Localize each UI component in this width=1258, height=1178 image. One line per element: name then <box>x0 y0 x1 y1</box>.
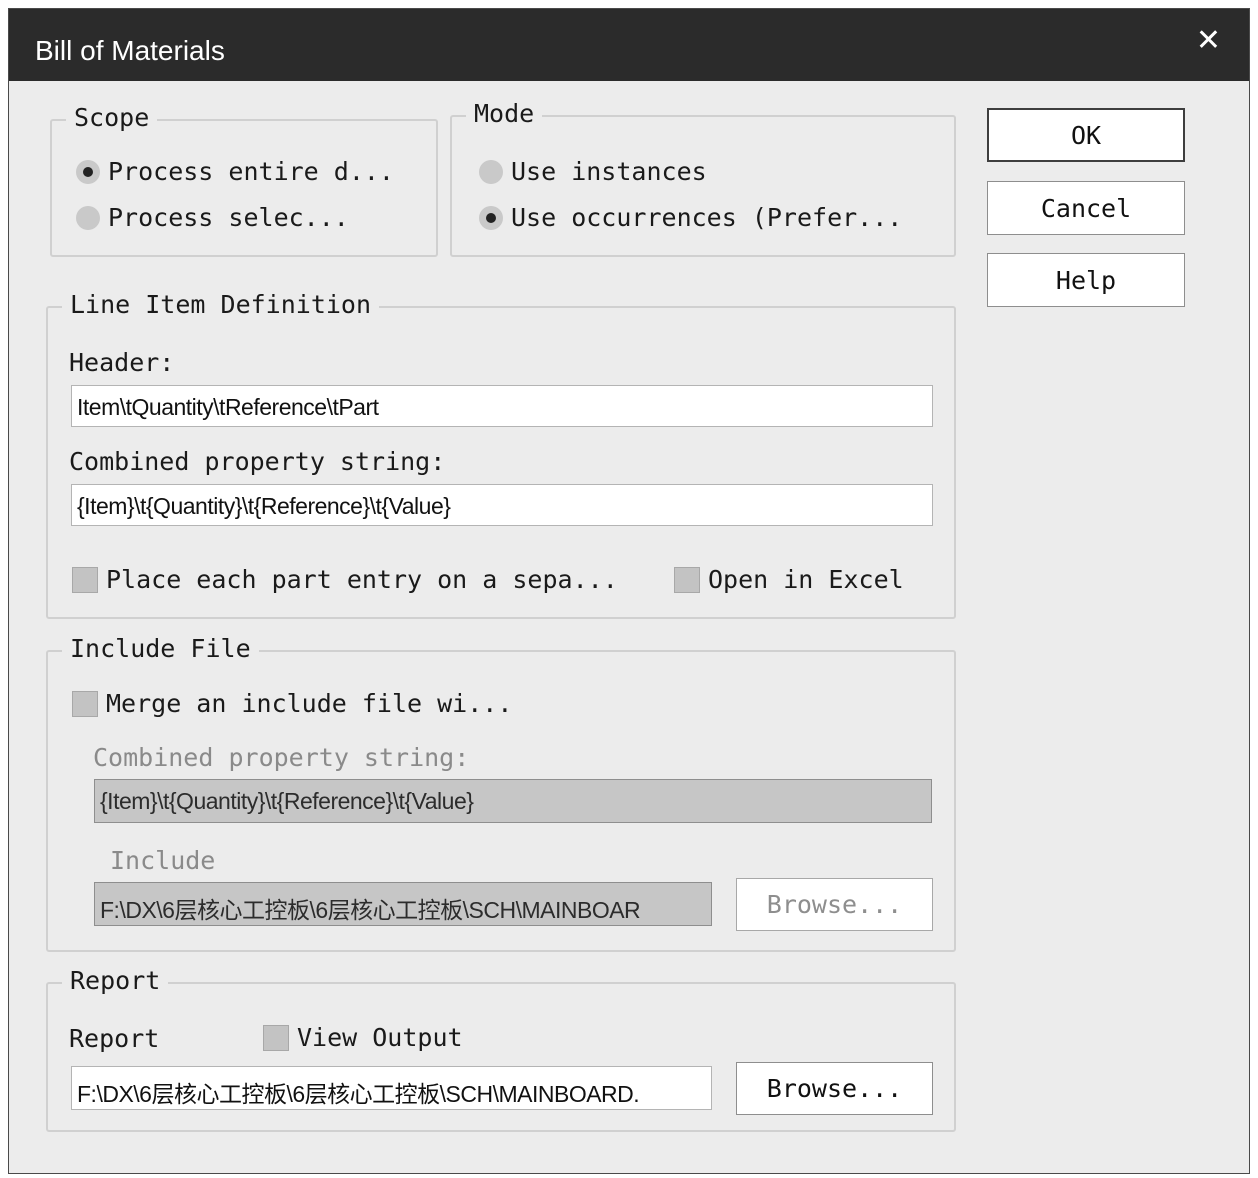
checkbox-open-in-excel[interactable]: Open in Excel <box>674 565 904 594</box>
radio-label: Use occurrences (Prefer... <box>511 203 903 232</box>
report-file-path-field[interactable]: F:\DX\6层核心工控板\6层核心工控板\SCH\MAINBOARD. <box>71 1066 712 1110</box>
radio-label: Process selec... <box>108 203 349 232</box>
checkbox-view-output[interactable]: View Output <box>263 1023 463 1052</box>
checkbox-label: Place each part entry on a sepa... <box>106 565 618 594</box>
bom-dialog: Bill of Materials ✕ Scope Process entire… <box>8 8 1250 1174</box>
include-file-legend: Include File <box>62 634 259 663</box>
checkbox-merge-include-file[interactable]: Merge an include file wi... <box>72 689 512 718</box>
report-browse-button[interactable]: Browse... <box>736 1062 933 1115</box>
cancel-button[interactable]: Cancel <box>987 181 1185 235</box>
close-icon[interactable]: ✕ <box>1196 23 1221 58</box>
include-file-path-field[interactable]: F:\DX\6层核心工控板\6层核心工控板\SCH\MAINBOAR <box>94 882 712 926</box>
checkbox[interactable] <box>72 690 98 717</box>
include-file-label: Include <box>110 846 216 875</box>
radio-use-instances[interactable]: Use instances <box>479 157 707 186</box>
report-group: Report Report View Output F:\DX\6层核心工控板\… <box>46 966 956 1132</box>
header-field[interactable]: Item\tQuantity\tReference\tPart <box>71 385 933 427</box>
mode-legend: Mode <box>466 99 543 128</box>
radio-use-occurrences[interactable]: Use occurrences (Prefer... <box>479 203 902 232</box>
include-file-group: Include File Merge an include file wi...… <box>46 634 956 952</box>
ok-button[interactable]: OK <box>987 108 1185 162</box>
radio-process-entire-design[interactable]: Process entire d... <box>76 157 394 186</box>
line-item-legend: Line Item Definition <box>62 290 380 319</box>
help-button[interactable]: Help <box>987 253 1185 307</box>
mode-group: Mode Use instances Use occurrences (Pref… <box>450 99 956 257</box>
radio-button-selected[interactable] <box>76 159 100 184</box>
title-bar[interactable]: Bill of Materials ✕ <box>9 9 1249 81</box>
scope-legend: Scope <box>66 103 158 132</box>
include-combined-property-label: Combined property string: <box>93 743 470 772</box>
radio-button[interactable] <box>76 205 100 230</box>
radio-button-selected[interactable] <box>479 205 503 230</box>
checkbox-label: View Output <box>297 1023 463 1052</box>
radio-label: Process entire d... <box>108 157 394 186</box>
combined-property-label: Combined property string: <box>69 447 446 476</box>
checkbox[interactable] <box>72 566 98 593</box>
combined-property-field[interactable]: {Item}\t{Quantity}\t{Reference}\t{Value} <box>71 484 933 526</box>
include-browse-button[interactable]: Browse... <box>736 878 933 931</box>
checkbox-separate-line[interactable]: Place each part entry on a sepa... <box>72 565 618 594</box>
report-file-label: Report <box>69 1024 160 1053</box>
radio-process-selection[interactable]: Process selec... <box>76 203 349 232</box>
radio-label: Use instances <box>511 157 707 186</box>
checkbox-label: Open in Excel <box>708 565 904 594</box>
line-item-definition-group: Line Item Definition Header: Item\tQuant… <box>46 290 956 619</box>
report-legend: Report <box>62 966 169 995</box>
checkbox[interactable] <box>674 566 700 593</box>
window-title: Bill of Materials <box>35 35 225 66</box>
include-combined-property-field[interactable]: {Item}\t{Quantity}\t{Reference}\t{Value} <box>94 779 932 823</box>
header-label: Header: <box>69 348 175 377</box>
checkbox-label: Merge an include file wi... <box>106 689 513 718</box>
checkbox[interactable] <box>263 1024 289 1051</box>
scope-group: Scope Process entire d... Process selec.… <box>50 103 438 257</box>
radio-button[interactable] <box>479 159 503 184</box>
